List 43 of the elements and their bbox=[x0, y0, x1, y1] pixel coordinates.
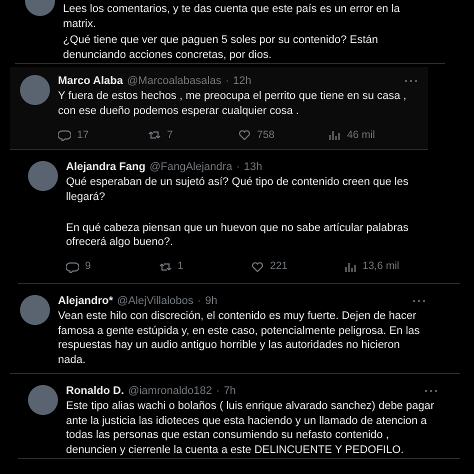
heart-icon[interactable] bbox=[251, 260, 264, 272]
separator-dot: · bbox=[225, 75, 230, 87]
post-text: Este tipo alias wachi o bolaños ( luis enrique alvarado sanchez) debe pagar ante la justicia las idioteces que esta haciendo y un llamado de atencion a todas las personas que estan consumiendo su nefasto contenido , denuncien y cierrenle la cuenta a este DELINCUENTE Y PEDOFILO. bbox=[66, 399, 436, 457]
heart-icon[interactable] bbox=[238, 128, 251, 141]
post-time: 12h bbox=[233, 75, 252, 87]
stat-count: 46 mil bbox=[347, 128, 376, 140]
user-name[interactable]: Marco Alaba bbox=[58, 75, 124, 87]
stat-count: 17 bbox=[77, 128, 89, 140]
post-time: 7h bbox=[224, 385, 236, 397]
stat-count: 221 bbox=[270, 260, 288, 272]
post-text: Qué esperaban de un sujetó así? Qué tipo de contenido creen que les llegará? bbox=[66, 175, 410, 204]
stat-count: 7 bbox=[167, 128, 173, 140]
separator-dot: · bbox=[236, 161, 240, 173]
user-handle[interactable]: @FangAlejandra bbox=[149, 161, 232, 173]
post-text: Vean este hilo con discreción, el contenido es muy fuerte. Dejen de hacer famosa a gente estúpida y, en este caso, potencialmente peligrosa. En las respuestas hay un audio antiguo horrible y las autoridades no hicieron nada. bbox=[58, 309, 421, 367]
post-text: Lees los comentarios, y te das cuenta que este país es un error en la matrix. bbox=[63, 2, 401, 31]
avatar[interactable] bbox=[20, 75, 50, 105]
post-text: Y fuera de estos hechos , me preocupa el perrito que tiene en su casa , con ese dueño podemos esperar cualquier cosa . bbox=[58, 89, 408, 118]
separator-dot: · bbox=[216, 385, 220, 397]
more-icon[interactable] bbox=[424, 389, 438, 393]
bar-chart-icon[interactable] bbox=[328, 128, 341, 141]
user-handle[interactable]: @iamronaldo182 bbox=[128, 385, 212, 397]
post-time: 13h bbox=[244, 161, 262, 173]
more-icon[interactable] bbox=[404, 79, 418, 83]
post-time: 9h bbox=[205, 295, 218, 307]
user-handle[interactable]: @Marcoalabasalas bbox=[127, 75, 222, 87]
separator-dot: · bbox=[197, 295, 202, 307]
avatar[interactable] bbox=[28, 385, 58, 415]
stat-count: 758 bbox=[257, 128, 275, 140]
avatar[interactable] bbox=[20, 295, 50, 325]
user-name[interactable]: Ronaldo D. bbox=[66, 385, 124, 397]
user-name[interactable]: Alejandra Fang bbox=[66, 161, 146, 173]
user-handle[interactable]: @AlejVillalobos bbox=[117, 295, 194, 307]
reply-icon[interactable] bbox=[66, 260, 79, 272]
post-text: ¿Qué tiene que ver que paguen 5 soles por su contenido? Están denunciando acciones concretas, por dios. bbox=[63, 33, 379, 62]
post-text: En qué cabeza piensan que un huevon que no sabe artícular palabras ofrecerá algo bueno?. bbox=[66, 220, 410, 250]
stat-count: 13,6 mil bbox=[362, 260, 400, 272]
stat-count: 9 bbox=[85, 260, 91, 272]
stat-count: 1 bbox=[178, 260, 184, 272]
more-icon[interactable] bbox=[412, 299, 426, 303]
reply-icon[interactable] bbox=[58, 128, 71, 141]
avatar[interactable] bbox=[28, 161, 58, 191]
user-name[interactable]: Alejandro* bbox=[58, 295, 114, 307]
